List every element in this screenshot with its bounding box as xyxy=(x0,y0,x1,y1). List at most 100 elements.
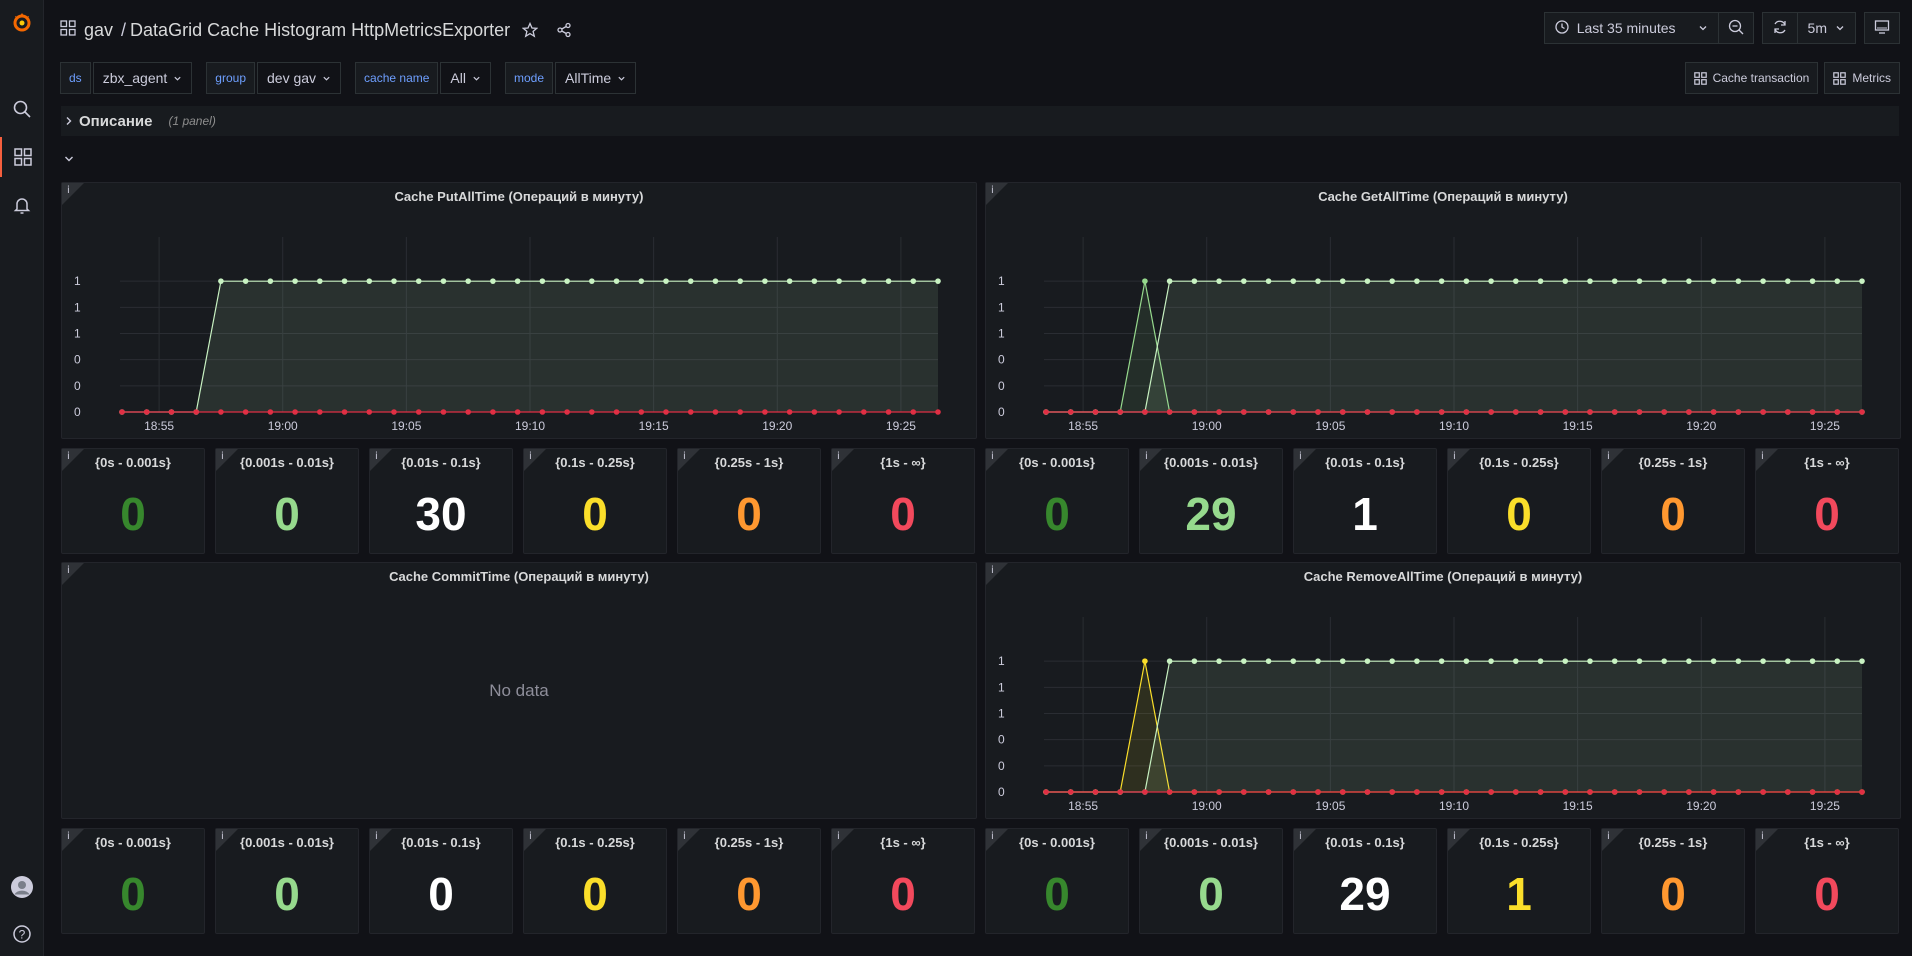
data-point xyxy=(1488,789,1494,795)
stat-panel[interactable]: i {0.25s - 1s} 0 xyxy=(1601,448,1745,554)
data-point xyxy=(1142,409,1148,415)
dashboard-title[interactable]: DataGrid Cache Histogram HttpMetricsExpo… xyxy=(130,20,510,41)
stat-panel[interactable]: i {1s - ∞} 0 xyxy=(1755,448,1899,554)
dashboards-icon[interactable] xyxy=(0,137,44,177)
row-description[interactable]: Описание (1 panel) xyxy=(61,106,1899,136)
panel-cache-getalltime[interactable]: i Cache GetAllTime (Операций в минуту) 0 0 0… xyxy=(985,182,1901,439)
stat-panel[interactable]: i {0s - 0.001s} 0 xyxy=(61,828,205,934)
link-cache-transaction[interactable]: Cache transaction xyxy=(1684,62,1819,94)
data-point xyxy=(687,278,694,284)
stat-panel[interactable]: i {0s - 0.001s} 0 xyxy=(61,448,205,554)
data-point xyxy=(663,409,669,415)
y-tick-label: 1 xyxy=(998,680,1005,694)
data-point xyxy=(1067,409,1074,415)
stat-title: {0s - 0.001s} xyxy=(95,835,171,850)
x-tick-label: 19:00 xyxy=(1192,419,1222,433)
data-point xyxy=(1735,789,1742,795)
stat-panel[interactable]: i {0s - 0.001s} 0 xyxy=(985,448,1129,554)
variable-select-mode[interactable]: AllTime xyxy=(555,62,637,94)
data-point xyxy=(1686,409,1692,415)
tv-mode-button[interactable] xyxy=(1864,12,1900,44)
stat-title: {1s - ∞} xyxy=(880,835,926,850)
stat-title: {1s - ∞} xyxy=(880,455,926,470)
data-point xyxy=(1216,658,1222,664)
stat-panel[interactable]: i {1s - ∞} 0 xyxy=(1755,828,1899,934)
grafana-logo-icon[interactable] xyxy=(0,2,44,42)
panel-title[interactable]: Cache CommitTime (Операций в минуту) xyxy=(62,569,976,584)
data-point xyxy=(1290,409,1297,415)
stat-value: 0 xyxy=(1044,868,1070,920)
stat-panel[interactable]: i {0.01s - 0.1s} 30 xyxy=(369,448,513,554)
stat-panel[interactable]: i {0s - 0.001s} 0 xyxy=(985,828,1129,934)
data-point xyxy=(1142,278,1148,284)
x-tick-label: 19:15 xyxy=(1563,799,1593,813)
y-tick-label: 0 xyxy=(998,353,1005,367)
zoom-out-button[interactable] xyxy=(1718,12,1754,44)
stat-title: {1s - ∞} xyxy=(1804,835,1850,850)
stat-value: 1 xyxy=(1506,868,1532,920)
breadcrumb-folder[interactable]: gav xyxy=(84,20,113,41)
data-point xyxy=(465,409,471,415)
panel-cache-putalltime[interactable]: i Cache PutAllTime (Операций в минуту) 0 0 0… xyxy=(61,182,977,439)
data-point xyxy=(1661,409,1667,415)
star-icon[interactable] xyxy=(516,16,544,44)
data-point xyxy=(1191,658,1198,664)
stat-title: {0.01s - 0.1s} xyxy=(401,455,481,470)
stat-panel[interactable]: i {1s - ∞} 0 xyxy=(831,828,975,934)
stat-panel[interactable]: i {1s - ∞} 0 xyxy=(831,448,975,554)
panel-cache-committime[interactable]: i Cache CommitTime (Операций в минуту) No … xyxy=(61,562,977,819)
stat-panel[interactable]: i {0.01s - 0.1s} 1 xyxy=(1293,448,1437,554)
stat-panel[interactable]: i {0.01s - 0.1s} 29 xyxy=(1293,828,1437,934)
stat-panel[interactable]: i {0.1s - 0.25s} 0 xyxy=(523,828,667,934)
stat-panel[interactable]: i {0.001s - 0.01s} 0 xyxy=(1139,828,1283,934)
stat-panel[interactable]: i {0.25s - 1s} 0 xyxy=(677,828,821,934)
stat-panel[interactable]: i {0.1s - 0.25s} 0 xyxy=(523,448,667,554)
data-point xyxy=(1463,658,1470,664)
data-point xyxy=(1315,658,1321,664)
row-untitled[interactable] xyxy=(61,144,1899,174)
stat-panel[interactable]: i {0.1s - 0.25s} 0 xyxy=(1447,448,1591,554)
time-range-picker[interactable]: Last 35 minutes xyxy=(1543,12,1719,44)
avatar[interactable] xyxy=(0,867,44,907)
data-point xyxy=(1785,658,1791,664)
stat-panel[interactable]: i {0.001s - 0.01s} 0 xyxy=(215,448,359,554)
variable-select-group[interactable]: dev gav xyxy=(257,62,342,94)
data-point xyxy=(1587,278,1593,284)
variable-select-cache-name[interactable]: All xyxy=(440,62,491,94)
data-point xyxy=(292,409,298,415)
variable-value: dev gav xyxy=(267,70,317,86)
data-point xyxy=(1364,278,1371,284)
link-metrics[interactable]: Metrics xyxy=(1824,62,1900,94)
refresh-button[interactable] xyxy=(1761,12,1798,44)
variable-select-ds[interactable]: zbx_agent xyxy=(92,62,193,94)
stat-panel[interactable]: i {0.25s - 1s} 0 xyxy=(677,448,821,554)
bell-icon[interactable] xyxy=(0,185,44,225)
data-point xyxy=(1636,658,1643,664)
stat-panel[interactable]: i {0.01s - 0.1s} 0 xyxy=(369,828,513,934)
stat-panel[interactable]: i {0.25s - 1s} 0 xyxy=(1601,828,1745,934)
stat-title: {0.01s - 0.1s} xyxy=(1325,835,1405,850)
data-point xyxy=(440,409,447,415)
time-range-label: Last 35 minutes xyxy=(1576,20,1676,36)
data-point xyxy=(1785,789,1791,795)
refresh-interval-picker[interactable]: 5m xyxy=(1797,12,1856,44)
panel-cache-removealltime[interactable]: i Cache RemoveAllTime (Операций в минуту)… xyxy=(985,562,1901,819)
help-icon[interactable]: ? xyxy=(0,914,44,954)
zoom-out-icon xyxy=(1728,19,1744,38)
stat-panel[interactable]: i {0.001s - 0.01s} 0 xyxy=(215,828,359,934)
data-point xyxy=(1537,278,1544,284)
data-point xyxy=(1389,409,1395,415)
stat-panel[interactable]: i {0.1s - 0.25s} 1 xyxy=(1447,828,1591,934)
share-icon[interactable] xyxy=(550,16,578,44)
data-point xyxy=(935,278,941,284)
y-tick-label: 1 xyxy=(998,300,1005,314)
data-point xyxy=(1785,278,1791,284)
y-tick-label: 1 xyxy=(74,274,81,288)
stat-value: 0 xyxy=(736,488,762,540)
data-point xyxy=(589,409,595,415)
data-point xyxy=(1710,789,1717,795)
data-point xyxy=(1513,278,1519,284)
search-icon[interactable] xyxy=(0,89,44,129)
data-point xyxy=(1611,658,1618,664)
stat-panel[interactable]: i {0.001s - 0.01s} 29 xyxy=(1139,448,1283,554)
